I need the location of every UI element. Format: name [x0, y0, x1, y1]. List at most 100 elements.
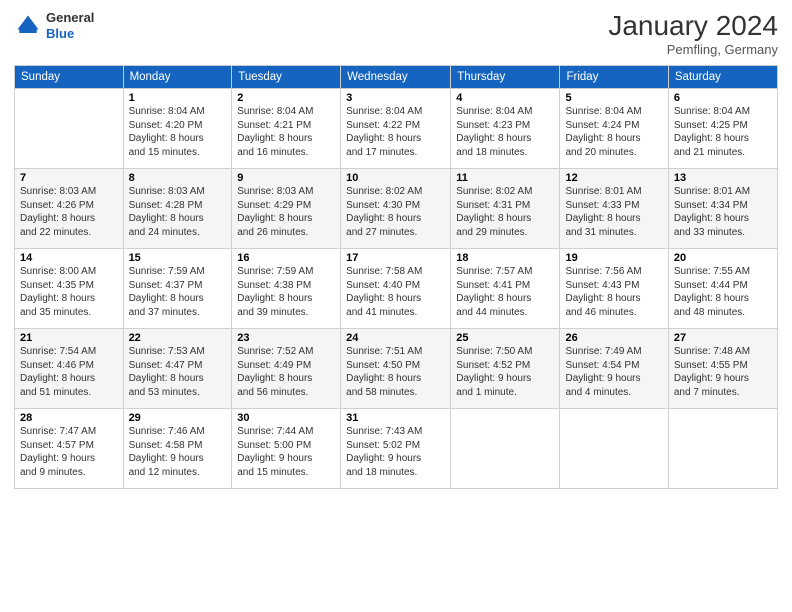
daylight-hours: Daylight: 9 hours — [565, 372, 662, 386]
sunrise-text: Sunrise: 7:52 AM — [237, 345, 335, 359]
day-info: Sunrise: 7:43 AMSunset: 5:02 PMDaylight:… — [346, 425, 445, 479]
day-number: 20 — [674, 252, 772, 264]
daylight-minutes: and 41 minutes. — [346, 306, 445, 320]
day-info: Sunrise: 8:00 AMSunset: 4:35 PMDaylight:… — [20, 265, 118, 319]
daylight-hours: Daylight: 8 hours — [129, 212, 227, 226]
day-number: 28 — [20, 412, 118, 424]
sunrise-text: Sunrise: 8:04 AM — [237, 105, 335, 119]
sunset-text: Sunset: 4:50 PM — [346, 359, 445, 373]
daylight-minutes: and 4 minutes. — [565, 386, 662, 400]
day-info: Sunrise: 8:04 AMSunset: 4:20 PMDaylight:… — [129, 105, 227, 159]
daylight-minutes: and 48 minutes. — [674, 306, 772, 320]
daylight-minutes: and 35 minutes. — [20, 306, 118, 320]
daylight-hours: Daylight: 9 hours — [20, 452, 118, 466]
day-info: Sunrise: 8:04 AMSunset: 4:21 PMDaylight:… — [237, 105, 335, 159]
day-cell: 24Sunrise: 7:51 AMSunset: 4:50 PMDayligh… — [341, 329, 451, 409]
day-cell: 1Sunrise: 8:04 AMSunset: 4:20 PMDaylight… — [123, 89, 232, 169]
week-row-3: 21Sunrise: 7:54 AMSunset: 4:46 PMDayligh… — [15, 329, 778, 409]
sunrise-text: Sunrise: 8:03 AM — [20, 185, 118, 199]
week-row-2: 14Sunrise: 8:00 AMSunset: 4:35 PMDayligh… — [15, 249, 778, 329]
day-number: 17 — [346, 252, 445, 264]
sunrise-text: Sunrise: 7:44 AM — [237, 425, 335, 439]
daylight-hours: Daylight: 8 hours — [565, 212, 662, 226]
daylight-minutes: and 15 minutes. — [129, 146, 227, 160]
day-number: 3 — [346, 92, 445, 104]
day-number: 29 — [129, 412, 227, 424]
day-cell: 5Sunrise: 8:04 AMSunset: 4:24 PMDaylight… — [560, 89, 668, 169]
sunset-text: Sunset: 4:29 PM — [237, 199, 335, 213]
day-cell: 18Sunrise: 7:57 AMSunset: 4:41 PMDayligh… — [451, 249, 560, 329]
sunrise-text: Sunrise: 7:59 AM — [237, 265, 335, 279]
sunrise-text: Sunrise: 8:04 AM — [565, 105, 662, 119]
sunrise-text: Sunrise: 7:56 AM — [565, 265, 662, 279]
sunset-text: Sunset: 4:41 PM — [456, 279, 554, 293]
daylight-minutes: and 53 minutes. — [129, 386, 227, 400]
day-number: 5 — [565, 92, 662, 104]
day-number: 12 — [565, 172, 662, 184]
day-cell: 23Sunrise: 7:52 AMSunset: 4:49 PMDayligh… — [232, 329, 341, 409]
day-cell: 27Sunrise: 7:48 AMSunset: 4:55 PMDayligh… — [668, 329, 777, 409]
daylight-minutes: and 7 minutes. — [674, 386, 772, 400]
sunrise-text: Sunrise: 7:55 AM — [674, 265, 772, 279]
sunset-text: Sunset: 4:47 PM — [129, 359, 227, 373]
sunrise-text: Sunrise: 7:47 AM — [20, 425, 118, 439]
day-number: 13 — [674, 172, 772, 184]
daylight-hours: Daylight: 8 hours — [20, 292, 118, 306]
day-cell: 20Sunrise: 7:55 AMSunset: 4:44 PMDayligh… — [668, 249, 777, 329]
day-info: Sunrise: 7:44 AMSunset: 5:00 PMDaylight:… — [237, 425, 335, 479]
week-row-4: 28Sunrise: 7:47 AMSunset: 4:57 PMDayligh… — [15, 409, 778, 489]
daylight-hours: Daylight: 8 hours — [237, 372, 335, 386]
daylight-hours: Daylight: 9 hours — [456, 372, 554, 386]
sunset-text: Sunset: 4:44 PM — [674, 279, 772, 293]
daylight-hours: Daylight: 8 hours — [456, 212, 554, 226]
daylight-minutes: and 21 minutes. — [674, 146, 772, 160]
day-info: Sunrise: 8:03 AMSunset: 4:26 PMDaylight:… — [20, 185, 118, 239]
daylight-minutes: and 18 minutes. — [456, 146, 554, 160]
sunset-text: Sunset: 4:58 PM — [129, 439, 227, 453]
day-info: Sunrise: 8:04 AMSunset: 4:24 PMDaylight:… — [565, 105, 662, 159]
day-info: Sunrise: 8:01 AMSunset: 4:33 PMDaylight:… — [565, 185, 662, 239]
day-cell: 6Sunrise: 8:04 AMSunset: 4:25 PMDaylight… — [668, 89, 777, 169]
logo-text: General Blue — [46, 10, 94, 41]
daylight-hours: Daylight: 8 hours — [565, 292, 662, 306]
daylight-hours: Daylight: 8 hours — [129, 132, 227, 146]
day-info: Sunrise: 7:55 AMSunset: 4:44 PMDaylight:… — [674, 265, 772, 319]
col-header-saturday: Saturday — [668, 66, 777, 89]
day-info: Sunrise: 7:58 AMSunset: 4:40 PMDaylight:… — [346, 265, 445, 319]
day-number: 8 — [129, 172, 227, 184]
day-number: 18 — [456, 252, 554, 264]
day-number: 15 — [129, 252, 227, 264]
daylight-minutes: and 58 minutes. — [346, 386, 445, 400]
page: General Blue January 2024 Pemfling, Germ… — [0, 0, 792, 612]
day-info: Sunrise: 7:56 AMSunset: 4:43 PMDaylight:… — [565, 265, 662, 319]
day-number: 9 — [237, 172, 335, 184]
day-cell: 19Sunrise: 7:56 AMSunset: 4:43 PMDayligh… — [560, 249, 668, 329]
day-info: Sunrise: 8:04 AMSunset: 4:22 PMDaylight:… — [346, 105, 445, 159]
day-cell: 25Sunrise: 7:50 AMSunset: 4:52 PMDayligh… — [451, 329, 560, 409]
daylight-hours: Daylight: 9 hours — [674, 372, 772, 386]
col-header-monday: Monday — [123, 66, 232, 89]
sunset-text: Sunset: 4:33 PM — [565, 199, 662, 213]
sunrise-text: Sunrise: 8:04 AM — [456, 105, 554, 119]
sunrise-text: Sunrise: 7:46 AM — [129, 425, 227, 439]
sunset-text: Sunset: 4:26 PM — [20, 199, 118, 213]
day-info: Sunrise: 8:04 AMSunset: 4:25 PMDaylight:… — [674, 105, 772, 159]
sunrise-text: Sunrise: 8:03 AM — [237, 185, 335, 199]
daylight-hours: Daylight: 8 hours — [20, 372, 118, 386]
sunset-text: Sunset: 4:52 PM — [456, 359, 554, 373]
sunset-text: Sunset: 4:24 PM — [565, 119, 662, 133]
sunset-text: Sunset: 4:54 PM — [565, 359, 662, 373]
sunrise-text: Sunrise: 8:04 AM — [674, 105, 772, 119]
daylight-hours: Daylight: 8 hours — [346, 292, 445, 306]
day-number: 2 — [237, 92, 335, 104]
day-number: 14 — [20, 252, 118, 264]
daylight-minutes: and 46 minutes. — [565, 306, 662, 320]
daylight-hours: Daylight: 8 hours — [674, 292, 772, 306]
daylight-minutes: and 44 minutes. — [456, 306, 554, 320]
day-number: 10 — [346, 172, 445, 184]
sunrise-text: Sunrise: 8:02 AM — [346, 185, 445, 199]
col-header-tuesday: Tuesday — [232, 66, 341, 89]
day-info: Sunrise: 8:01 AMSunset: 4:34 PMDaylight:… — [674, 185, 772, 239]
daylight-minutes: and 17 minutes. — [346, 146, 445, 160]
day-cell: 8Sunrise: 8:03 AMSunset: 4:28 PMDaylight… — [123, 169, 232, 249]
